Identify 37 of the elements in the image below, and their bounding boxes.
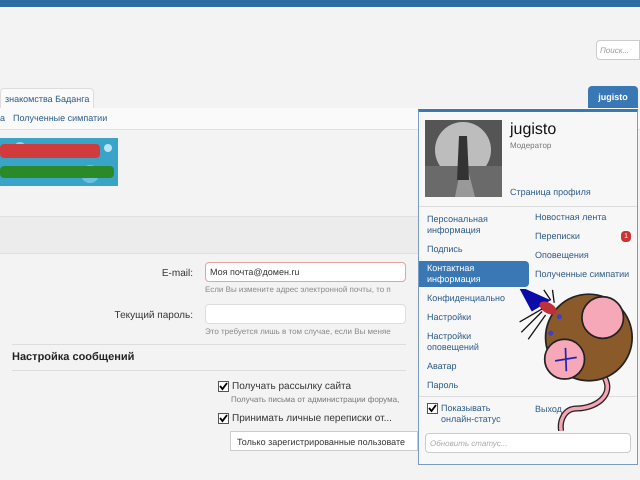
menu-item[interactable]: Подпись xyxy=(419,242,471,257)
logout-link[interactable]: Выход xyxy=(535,403,562,425)
menu-item[interactable]: Настройки xyxy=(419,310,480,325)
menu-item[interactable]: Персональная информация xyxy=(419,212,529,238)
user-tab[interactable]: jugisto xyxy=(588,86,638,108)
checkbox[interactable] xyxy=(218,380,229,392)
nav-tab[interactable]: знакомства Баданга xyxy=(0,88,94,108)
menu-item[interactable]: Конфиденциально xyxy=(419,291,513,306)
text-field[interactable]: Моя почта@домен.ru xyxy=(205,262,406,282)
menu-item[interactable]: Переписки xyxy=(535,231,580,242)
field-label: E-mail: xyxy=(160,267,194,281)
checkbox[interactable] xyxy=(218,412,229,424)
text-field[interactable] xyxy=(205,304,406,324)
checkbox-label: Получать рассылку сайта xyxy=(232,380,352,394)
field-hint: Это требуется лишь в том случае, если Вы меняе xyxy=(205,326,391,338)
option-hint: Получать письма от администрации форума, xyxy=(230,394,400,406)
menu-item[interactable]: Контактная информация xyxy=(419,261,529,287)
user-name: jugisto xyxy=(510,120,558,140)
menu-item[interactable]: Настройки оповещений xyxy=(419,329,529,355)
select-field[interactable]: Только зарегистрированные пользовате xyxy=(230,430,418,450)
checkbox-label: Показывать онлайн-статус xyxy=(441,403,502,425)
section-title: Настройка сообщений xyxy=(12,351,134,363)
menu-item[interactable]: Пароль xyxy=(419,378,466,393)
checkbox-label: Принимать личные переписки от... xyxy=(232,412,392,426)
user-role: Модератор xyxy=(510,140,552,152)
field-hint: Если Вы измените адрес электронной почты, то п xyxy=(205,284,391,296)
menu-item[interactable]: Полученные симпатии xyxy=(535,269,630,280)
menu-item[interactable]: Новостная лента xyxy=(535,212,606,223)
status-field[interactable]: Обновить статус... xyxy=(425,433,631,453)
search-field[interactable]: Поиск... xyxy=(596,40,640,60)
subnav-link[interactable]: Полученные симпатии xyxy=(13,112,108,126)
profile-link[interactable]: Страница профиля xyxy=(510,186,631,199)
menu-item[interactable]: Аватар xyxy=(419,359,465,374)
checkbox[interactable] xyxy=(427,403,438,414)
menu-item[interactable]: Оповещения xyxy=(535,250,589,261)
subnav-link[interactable]: а xyxy=(0,112,6,126)
field-label: Текущий пароль: xyxy=(114,309,194,323)
